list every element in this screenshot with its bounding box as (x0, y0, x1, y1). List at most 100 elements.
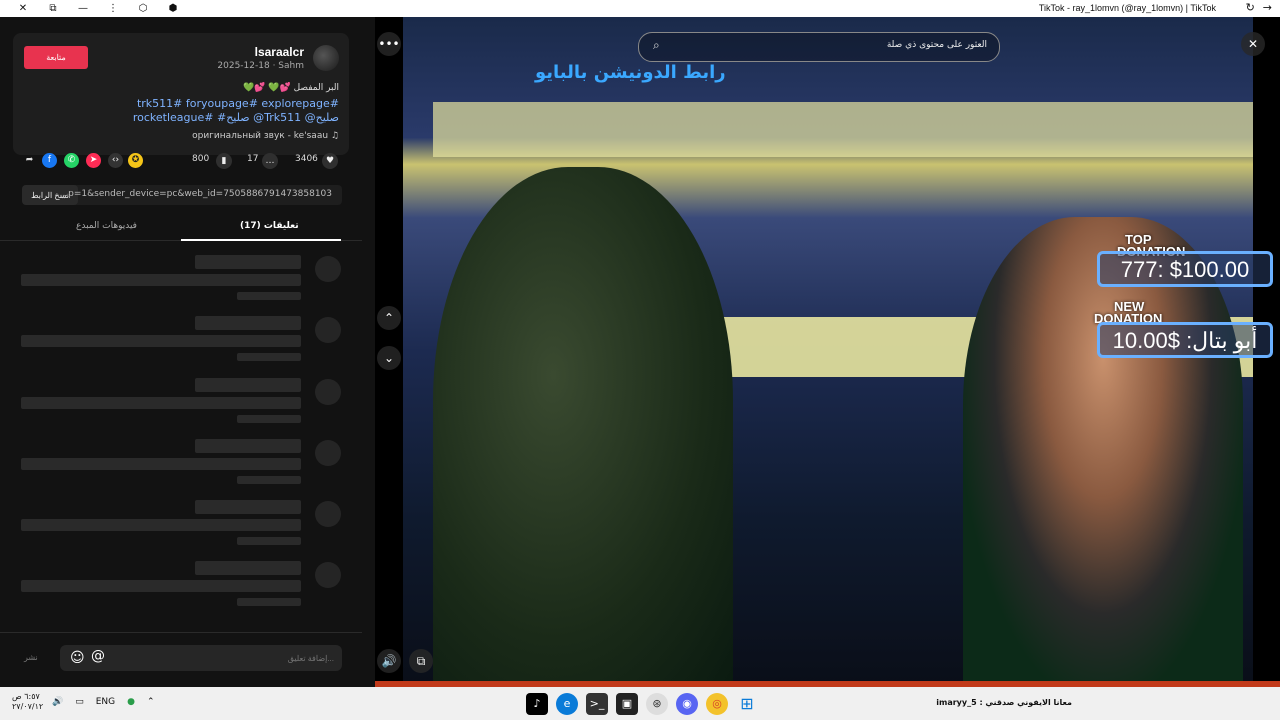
chrome-icon[interactable]: ◎ (706, 693, 728, 715)
skeleton-line (237, 476, 301, 484)
window-title-bar: ✕ ⧉ — ⋮ ⬡ ⬢ TikTok - ray_1lomvn (@ray_1l… (0, 0, 1280, 17)
whatsapp-icon[interactable]: ✆ (64, 153, 79, 168)
skeleton-line (237, 415, 301, 423)
edge-icon[interactable]: e (556, 693, 578, 715)
pip-icon[interactable]: ⧉ (409, 649, 433, 673)
comments-tabs: فيديوهات المبدع (17) تعليقات (0, 217, 362, 241)
video-overlay-text: رابط الدونيشن بالبايو (535, 62, 726, 83)
skeleton-line (21, 335, 301, 347)
taskbar: ٦:٥٧ ص ٢٧/٠٧/١٢ 🔊 ▭ ENG ● ⌃ ♪ e >_ ▣ ⊛ ◉… (0, 687, 1280, 720)
skeleton-line (237, 598, 301, 606)
skeleton-line (21, 580, 301, 592)
volume-icon[interactable]: 🔊 (377, 649, 401, 673)
forward-icon[interactable]: → (1263, 1, 1272, 14)
previous-video-icon[interactable]: ⌃ (377, 306, 401, 330)
chevron-up-icon[interactable]: ⌃ (147, 697, 155, 707)
music-note-icon: ♫ (330, 131, 339, 141)
windows-start-icon[interactable]: ⊞ (736, 693, 758, 715)
skeleton-line (21, 274, 301, 286)
heart-icon[interactable]: ♥ (322, 153, 338, 169)
taskbar-apps: ♪ e >_ ▣ ⊛ ◉ ◎ ⊞ (526, 693, 758, 715)
comment-composer: نشر ☺ @ (0, 632, 362, 688)
skeleton-avatar (315, 317, 341, 343)
telegram-icon[interactable]: ➤ (86, 153, 101, 168)
skeleton-line (21, 397, 301, 409)
username[interactable]: lsaraalcr (255, 45, 304, 59)
skeleton-line (195, 500, 301, 514)
tab-creator-videos[interactable]: فيديوهات المبدع (76, 221, 137, 231)
next-video-icon[interactable]: ⌄ (377, 346, 401, 370)
skeleton-line (195, 255, 301, 269)
sound-link[interactable]: оригинальный звук - ke'saau ♫ (192, 131, 339, 141)
hashtags-line[interactable]: trk511# foryoupage# explorepage# (137, 97, 339, 110)
post-meta: 2025-12-18 · Sahm (217, 61, 304, 71)
search-placeholder: العثور على محتوى ذي صلة (886, 40, 987, 50)
skeleton-avatar (315, 379, 341, 405)
share-arrow-icon[interactable]: ➦ (22, 153, 37, 168)
steam-icon[interactable]: ⊛ (646, 693, 668, 715)
person-right (963, 217, 1243, 687)
search-icon: ⌕ (653, 38, 660, 52)
language-indicator[interactable]: ENG (96, 697, 115, 707)
skeleton-line (21, 519, 301, 531)
reload-icon[interactable]: ↻ (1246, 1, 1255, 14)
clock[interactable]: ٦:٥٧ ص ٢٧/٠٧/١٢ (12, 692, 43, 712)
mention-icon[interactable]: @ (91, 648, 105, 664)
hashtags-line[interactable]: rocketleague# #صليح @Trk511 @صليح (133, 111, 339, 124)
skeleton-line (195, 439, 301, 453)
skeleton-avatar (315, 562, 341, 588)
post-details-panel: lsaraalcr 2025-12-18 · Sahm متابعة البر … (0, 17, 362, 688)
saves-count: 800 (192, 154, 210, 164)
stage-light-band (433, 102, 1253, 157)
skeleton-line (237, 537, 301, 545)
likes-count: 3406 (295, 154, 318, 164)
discord-icon[interactable]: ◉ (676, 693, 698, 715)
close-icon[interactable]: ✕ (8, 2, 38, 15)
skeleton-line (237, 353, 301, 361)
clock-time: ٦:٥٧ ص (12, 692, 40, 701)
notification-text[interactable]: imaryy_5 : معانا الايفوني صدقني (936, 698, 1072, 707)
app-icon[interactable]: ⬢ (158, 2, 188, 15)
extension-icon[interactable]: ⬡ (128, 2, 158, 15)
terminal-icon[interactable]: >_ (586, 693, 608, 715)
skeleton-avatar (315, 256, 341, 282)
emoji-icon[interactable]: ☺ (70, 650, 85, 666)
actions-row: ➦ f ✆ ➤ ‹› ✪ 800 ▮ 17 … 3406 ♥ (20, 153, 342, 173)
restore-icon[interactable]: ⧉ (38, 2, 68, 15)
bookmark-icon[interactable]: ▮ (216, 153, 232, 169)
display-icon[interactable]: ▭ (75, 697, 84, 707)
embed-icon[interactable]: ‹› (108, 153, 123, 168)
top-donation-value: 777: $100.00 (1097, 251, 1273, 287)
app-store-icon[interactable]: ▣ (616, 693, 638, 715)
facebook-icon[interactable]: f (42, 153, 57, 168)
skeleton-line (195, 561, 301, 575)
more-options-icon[interactable]: ⋮ (98, 2, 128, 15)
skeleton-line (237, 292, 301, 300)
avatar[interactable] (313, 45, 339, 71)
close-icon[interactable]: ✕ (1241, 32, 1265, 56)
new-donation-value: أبو بتال: $10.00 (1097, 322, 1273, 358)
active-tab-indicator (181, 239, 341, 241)
description-line: البر المفصل 💕💚 💕💚 (243, 83, 339, 93)
skeleton-line (195, 316, 301, 330)
follow-button[interactable]: متابعة (24, 46, 88, 69)
window-controls: ✕ ⧉ — ⋮ ⬡ ⬢ (8, 2, 188, 15)
post-comment-button[interactable]: نشر (24, 653, 38, 662)
more-options-icon[interactable]: ••• (377, 32, 401, 56)
window-title: TikTok - ray_1lomvn (@ray_1lomvn) | TikT… (1038, 3, 1216, 13)
clock-date: ٢٧/٠٧/١٢ (12, 702, 44, 711)
tab-comments[interactable]: (17) تعليقات (240, 221, 299, 231)
person-left (433, 167, 733, 687)
comment-icon[interactable]: … (262, 153, 278, 169)
minimize-icon[interactable]: — (68, 2, 98, 15)
speaker-icon[interactable]: 🔊 (52, 697, 63, 707)
tiktok-icon[interactable]: ♪ (526, 693, 548, 715)
microphone-icon[interactable]: ● (127, 697, 135, 707)
coin-icon[interactable]: ✪ (128, 153, 143, 168)
share-link-row: نسخ الرابط ...p=1&sender_device=pc&web_i… (22, 185, 342, 205)
related-search[interactable]: ⌕ العثور على محتوى ذي صلة (638, 32, 1000, 62)
post-info-card: lsaraalcr 2025-12-18 · Sahm متابعة البر … (13, 33, 349, 155)
skeleton-line (21, 458, 301, 470)
share-link-text[interactable]: ...p=1&sender_device=pc&web_id=750588679… (60, 189, 332, 199)
video-player[interactable]: ••• ✕ ⌕ العثور على محتوى ذي صلة رابط الد… (375, 17, 1280, 687)
